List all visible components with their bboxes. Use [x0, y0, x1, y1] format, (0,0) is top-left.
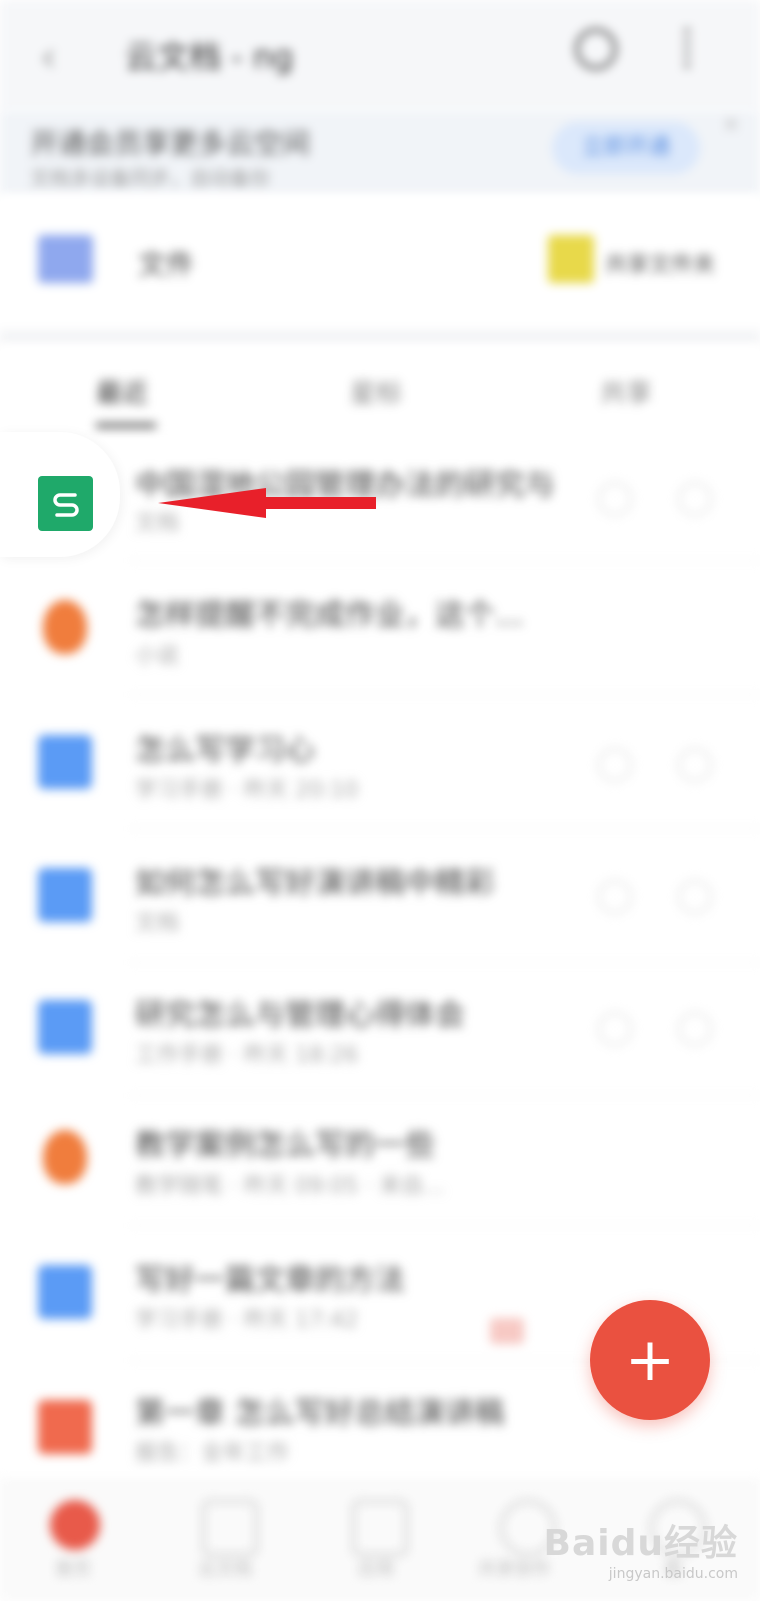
file-sub: 学习手册 · 昨天 17:42 — [135, 1308, 359, 1333]
file-sub: 文档 — [135, 911, 180, 936]
red-arrow-annotation — [158, 488, 376, 518]
share-folder-icon — [548, 235, 594, 283]
tab-bar: 最近 星标 共享 — [0, 345, 760, 435]
file-sub: 工作手册 · 昨天 18:26 — [135, 1043, 359, 1068]
file-title: 教学案例怎么写的一些 — [135, 1128, 435, 1163]
home-icon[interactable] — [50, 1500, 100, 1550]
tab-shared[interactable]: 共享 — [600, 373, 652, 410]
top-app-bar: ‹ 云文档 - ng — [0, 0, 760, 110]
plus-icon: + — [624, 1325, 676, 1395]
back-arrow-icon[interactable]: ‹ — [40, 32, 57, 81]
file-title: 第一章 怎么写好总结演讲稿 — [135, 1396, 505, 1431]
promo-banner: 开通会员享更多云空间 文档多设备同步，自动备份 立即开通 × — [0, 110, 760, 195]
document-icon — [38, 735, 92, 789]
star-icon[interactable] — [598, 880, 632, 914]
more-icon[interactable] — [678, 748, 712, 782]
document-icon — [38, 1000, 92, 1054]
file-sub: 教学随笔 · 昨天 09:05 · 来自... — [135, 1174, 445, 1199]
add-fab-button[interactable]: + — [590, 1300, 710, 1420]
file-title: 怎样提醒不完成作业，这个... — [135, 598, 524, 633]
more-icon[interactable] — [678, 482, 712, 516]
file-sub: 报告：全年工作 — [135, 1441, 290, 1466]
wps-spreadsheet-icon[interactable] — [38, 476, 93, 531]
nav-label-share: 共享协作 — [478, 1559, 550, 1580]
more-icon[interactable] — [678, 1012, 712, 1046]
file-title: 怎么写学习心 — [135, 733, 315, 768]
nav-label-home: 首页 — [55, 1559, 91, 1580]
document-icon — [38, 868, 92, 922]
apps-icon[interactable] — [352, 1500, 408, 1556]
s-letter-icon — [52, 492, 79, 517]
tab-starred[interactable]: 星标 — [350, 373, 402, 410]
watermark-main: Baidu经验 — [543, 1523, 738, 1564]
page-title: 云文档 - ng — [125, 38, 294, 76]
quick-left-label[interactable]: 文件 — [138, 243, 194, 283]
star-icon[interactable] — [598, 748, 632, 782]
more-icon[interactable] — [684, 28, 698, 68]
nav-label-cloud: 云文档 — [198, 1559, 252, 1580]
banner-subtext: 文档多设备同步，自动备份 — [30, 166, 270, 190]
watermark-sub: jingyan.baidu.com — [608, 1566, 738, 1582]
quick-access: 文件 共享文件夹 — [0, 195, 760, 344]
badge-icon — [490, 1318, 524, 1344]
tab-underline — [96, 423, 156, 428]
banner-text: 开通会员享更多云空间 — [30, 127, 311, 160]
more-icon[interactable] — [678, 880, 712, 914]
search-icon[interactable] — [575, 28, 617, 70]
file-title: 写好一篇文章的方法 — [135, 1263, 405, 1298]
star-icon[interactable] — [598, 482, 632, 516]
note-icon — [43, 600, 87, 654]
folder-icon — [38, 235, 93, 283]
cloud-doc-icon[interactable] — [202, 1500, 258, 1556]
tab-recent[interactable]: 最近 — [96, 373, 148, 410]
quick-right-label[interactable]: 共享文件夹 — [605, 247, 715, 279]
file-sub: 学习手册 · 昨天 20:10 — [135, 778, 359, 803]
banner-button[interactable]: 立即开通 — [552, 122, 700, 174]
file-title: 如何怎么写好演讲稿中精彩 — [135, 866, 495, 901]
document-icon — [38, 1400, 92, 1454]
watermark: Baidu经验 jingyan.baidu.com — [544, 1514, 738, 1582]
close-icon[interactable]: × — [722, 112, 740, 137]
star-icon[interactable] — [598, 1012, 632, 1046]
file-sub: 小说 — [135, 644, 180, 669]
document-icon — [38, 1265, 92, 1319]
file-title: 研究怎么与管理心得体会 — [135, 998, 465, 1033]
nav-label-apps: 应用 — [358, 1559, 394, 1580]
note-icon — [43, 1130, 87, 1184]
